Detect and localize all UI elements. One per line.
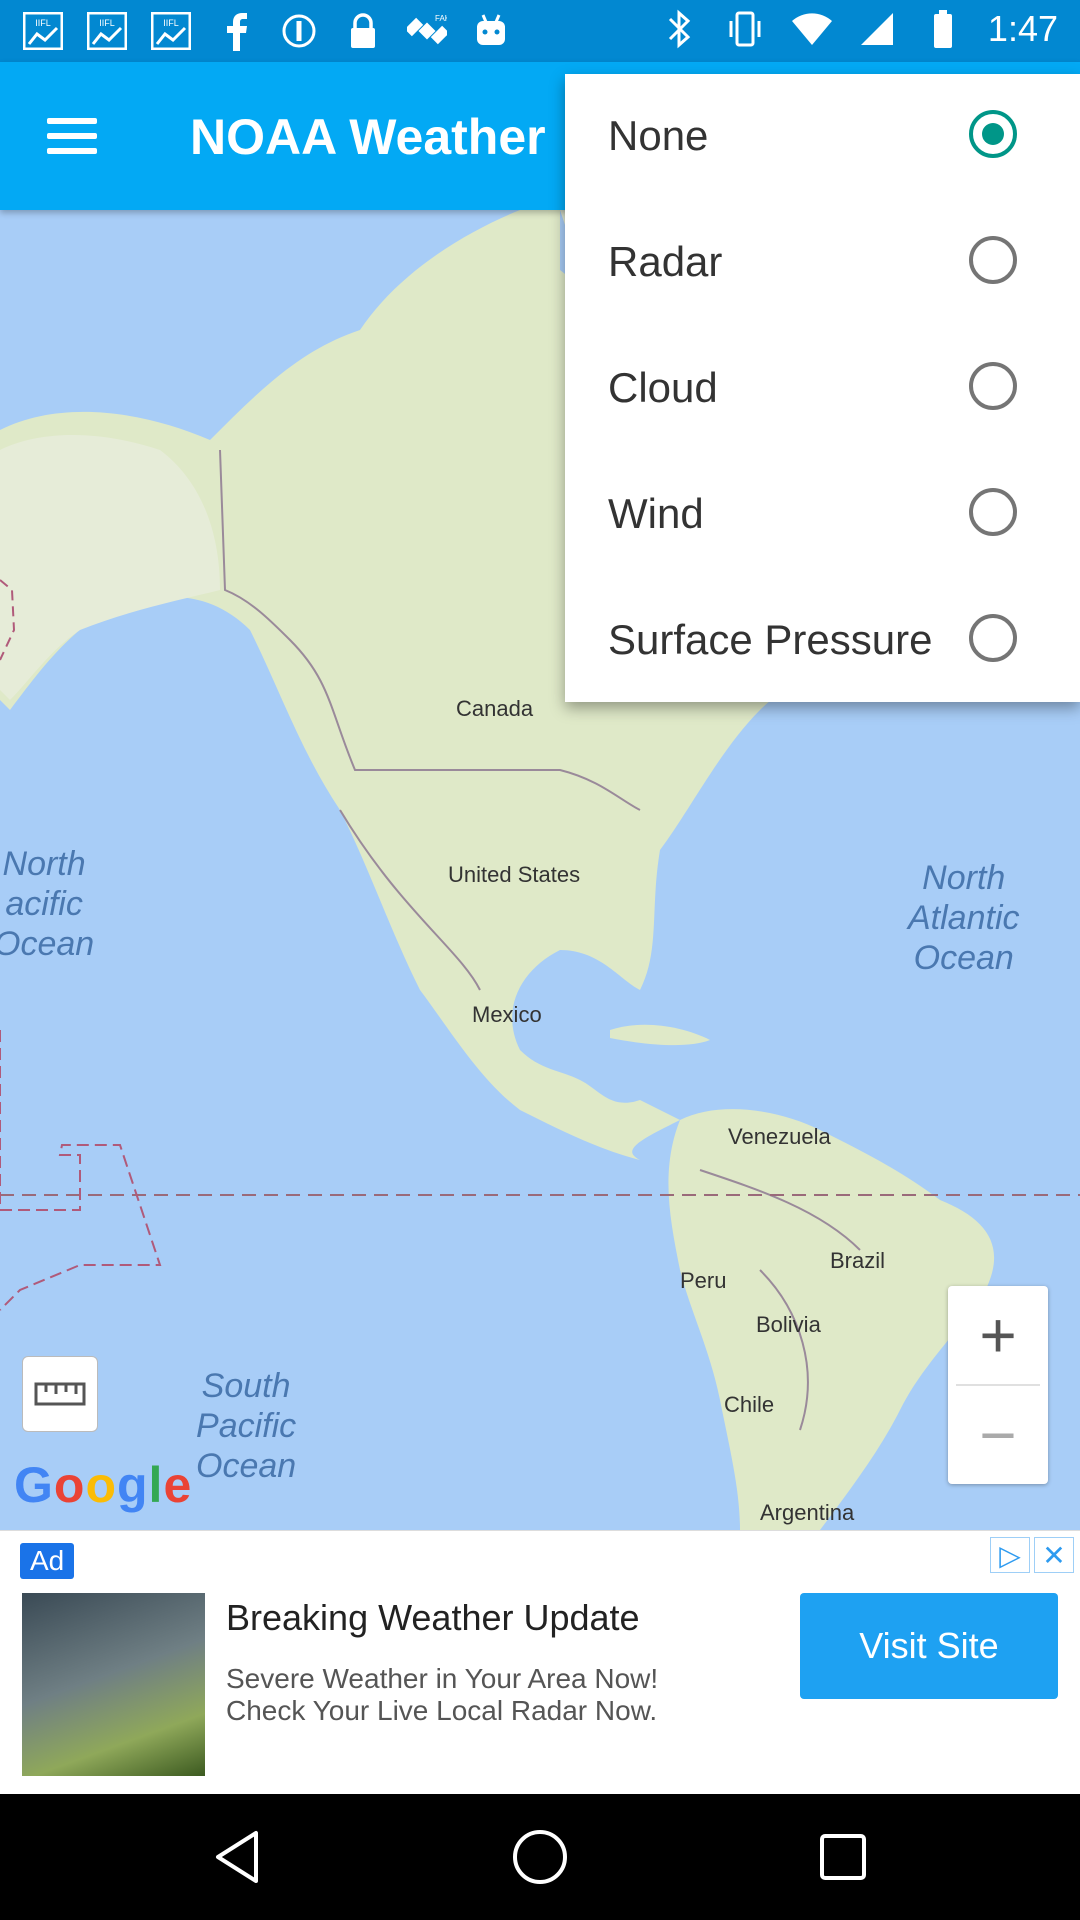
ocean-label-north-atlantic: North Atlantic Ocean bbox=[908, 859, 1020, 977]
ad-title[interactable]: Breaking Weather Update bbox=[226, 1597, 640, 1639]
hamburger-menu-icon[interactable] bbox=[36, 106, 108, 166]
app-title: NOAA Weather bbox=[190, 109, 546, 165]
ad-choices-icon[interactable]: ▷ bbox=[990, 1537, 1030, 1573]
zoom-controls: + − bbox=[948, 1286, 1048, 1484]
svg-text:IIFL: IIFL bbox=[35, 18, 51, 28]
lock-icon bbox=[342, 10, 384, 52]
status-bar: IIFL IIFL IIFL FAKE bbox=[0, 0, 1080, 62]
map-label-canada: Canada bbox=[456, 696, 534, 721]
layer-option-label: Radar bbox=[608, 238, 723, 285]
vibrate-icon bbox=[724, 8, 766, 50]
layer-option-cloud[interactable]: Cloud bbox=[565, 326, 1080, 452]
ad-badge: Ad bbox=[20, 1543, 75, 1579]
layer-menu: None Radar Cloud Wind Surface Pressure bbox=[565, 74, 1080, 702]
map-label-united-states: United States bbox=[448, 862, 581, 887]
ad-close-icon[interactable]: ✕ bbox=[1034, 1537, 1074, 1573]
home-icon[interactable] bbox=[507, 1824, 573, 1890]
clock: 1:47 bbox=[987, 8, 1058, 49]
svg-text:FAKE: FAKE bbox=[435, 14, 447, 23]
bluetooth-icon bbox=[658, 8, 700, 50]
markets-icon: IIFL bbox=[86, 10, 128, 52]
layer-option-label: Cloud bbox=[608, 364, 718, 411]
google-logo: Google bbox=[14, 1457, 193, 1513]
svg-text:IIFL: IIFL bbox=[163, 18, 179, 28]
ad-image[interactable] bbox=[22, 1593, 205, 1776]
radio-unselected-icon[interactable] bbox=[969, 488, 1017, 536]
radio-unselected-icon[interactable] bbox=[969, 362, 1017, 410]
ocean-label-south-pacific: South Pacific Ocean bbox=[196, 1367, 297, 1485]
measure-ruler-icon[interactable] bbox=[22, 1356, 98, 1432]
map-label-argentina: Argentina bbox=[760, 1500, 855, 1525]
layer-option-none[interactable]: None bbox=[565, 74, 1080, 200]
layer-option-label: Surface Pressure bbox=[608, 616, 933, 663]
map-label-mexico: Mexico bbox=[472, 1002, 542, 1027]
recents-icon[interactable] bbox=[810, 1824, 876, 1890]
battery-icon bbox=[922, 8, 964, 50]
svg-text:IIFL: IIFL bbox=[99, 18, 115, 28]
map-label-bolivia: Bolivia bbox=[756, 1312, 821, 1337]
radio-selected-icon[interactable] bbox=[969, 110, 1017, 158]
ocean-label-north-pacific: North acific Ocean bbox=[0, 845, 95, 963]
zoom-in-button[interactable]: + bbox=[948, 1286, 1048, 1384]
map-label-brazil: Brazil bbox=[830, 1248, 886, 1273]
ad-description: Severe Weather in Your Area Now! Check Y… bbox=[226, 1663, 659, 1726]
info-icon bbox=[278, 10, 320, 52]
ad-choices: ▷ ✕ bbox=[990, 1537, 1074, 1573]
ad-banner[interactable]: Ad ▷ ✕ Breaking Weather Update Severe We… bbox=[0, 1530, 1080, 1795]
layer-option-wind[interactable]: Wind bbox=[565, 452, 1080, 578]
back-icon[interactable] bbox=[204, 1824, 270, 1890]
markets-icon: IIFL bbox=[150, 10, 192, 52]
map-label-venezuela: Venezuela bbox=[728, 1124, 831, 1149]
layer-option-surface-pressure[interactable]: Surface Pressure bbox=[565, 578, 1080, 704]
satellite-icon: FAKE bbox=[406, 10, 448, 52]
zoom-out-button[interactable]: − bbox=[948, 1386, 1048, 1484]
markets-icon: IIFL bbox=[22, 10, 64, 52]
radio-unselected-icon[interactable] bbox=[969, 236, 1017, 284]
wifi-icon bbox=[790, 8, 832, 50]
map-label-chile: Chile bbox=[724, 1392, 775, 1417]
map-label-peru: Peru bbox=[680, 1268, 727, 1293]
android-icon bbox=[470, 10, 512, 52]
facebook-icon bbox=[214, 10, 256, 52]
layer-option-radar[interactable]: Radar bbox=[565, 200, 1080, 326]
layer-option-label: Wind bbox=[608, 490, 704, 537]
signal-icon bbox=[856, 8, 898, 50]
visit-site-button[interactable]: Visit Site bbox=[800, 1593, 1058, 1699]
layer-option-label: None bbox=[608, 112, 709, 159]
radio-unselected-icon[interactable] bbox=[969, 614, 1017, 662]
navigation-bar bbox=[0, 1794, 1080, 1920]
